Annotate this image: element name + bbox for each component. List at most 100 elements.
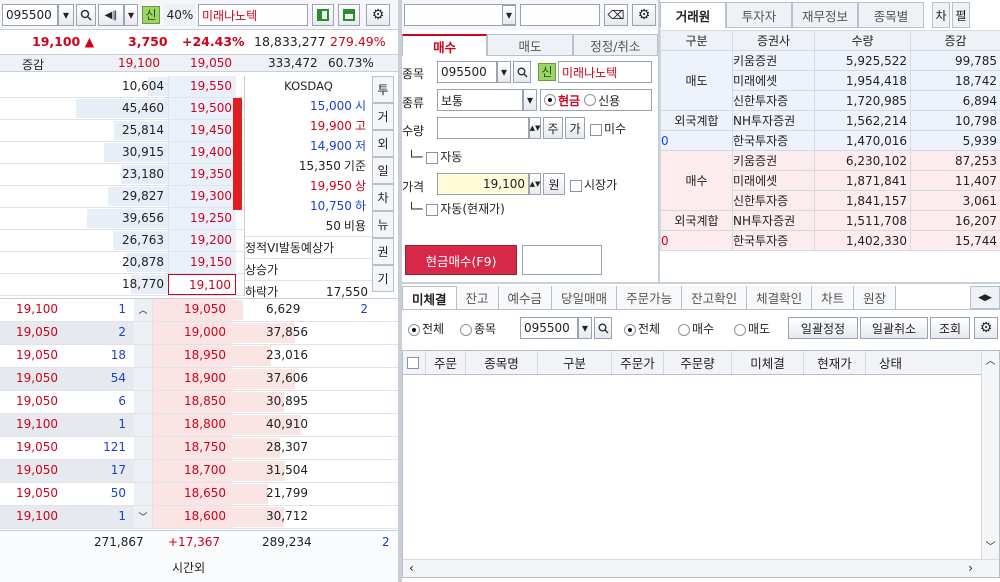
gear-icon[interactable]: ⚙ <box>366 4 390 26</box>
tick-scroll[interactable] <box>134 460 152 482</box>
tick-scroll[interactable] <box>134 483 152 505</box>
bid-row[interactable]: 19,050 17 18,700 31,504 <box>0 460 398 483</box>
bid-row[interactable]: 19,050 54 18,900 37,606 <box>0 368 398 391</box>
ask-row[interactable]: 20,878 19,150 <box>0 252 244 274</box>
won-button[interactable]: 원 <box>543 173 565 195</box>
order-tab[interactable]: 매도 <box>487 34 573 56</box>
sound-icon[interactable]: ◀︎‖ <box>98 4 124 26</box>
qty-stepper[interactable]: ▲▼ <box>529 117 541 139</box>
tick-scroll[interactable] <box>134 391 152 413</box>
misu-checkbox-wrap[interactable]: 미수 <box>590 120 626 137</box>
bid-row[interactable]: 19,050 2 19,000 37,856 <box>0 322 398 345</box>
filter-stock-wrap[interactable]: 종목 <box>460 320 496 337</box>
unfilled-header-cell[interactable]: 미체결 <box>731 351 803 374</box>
bid-price[interactable]: 18,750 <box>152 437 232 459</box>
ask-row[interactable]: 45,460 19,500 <box>0 98 244 120</box>
stock-code-input[interactable]: 095500 <box>2 4 58 26</box>
side-sell-radio[interactable] <box>734 323 746 336</box>
password-input[interactable] <box>520 4 600 26</box>
eraser-icon[interactable]: ⌫ <box>604 4 628 26</box>
unfilled-header-cell[interactable]: 종목명 <box>465 351 537 374</box>
header-checkbox[interactable] <box>407 356 419 369</box>
unfilled-tab[interactable]: 잔고확인 <box>682 286 748 309</box>
ask-price[interactable]: 19,500 <box>168 98 236 119</box>
unfilled-header-cell[interactable]: 주문 <box>425 351 465 374</box>
scroll-down-icon[interactable]: ﹀ <box>982 537 999 559</box>
ask-price[interactable]: 19,550 <box>168 76 236 97</box>
unfilled-tab[interactable]: 체결확인 <box>747 286 813 309</box>
qty-input[interactable] <box>437 117 529 139</box>
bid-price[interactable]: 18,800 <box>152 414 232 436</box>
cash-radio[interactable] <box>544 94 556 106</box>
bulk-cancel-button[interactable]: 일괄취소 <box>860 317 928 339</box>
ask-price[interactable]: 19,150 <box>168 252 236 273</box>
side-sell-wrap[interactable]: 매도 <box>734 320 770 337</box>
unfilled-tab[interactable]: 잔고 <box>456 286 499 309</box>
side-buy-wrap[interactable]: 매수 <box>678 320 714 337</box>
unfilled-gear-icon[interactable]: ⚙ <box>974 317 998 339</box>
horizontal-scrollbar[interactable]: ‹ › <box>403 559 999 577</box>
unfilled-tab[interactable]: 미체결 <box>402 286 457 309</box>
credit-radio[interactable] <box>584 94 597 106</box>
broker-extra-tab[interactable]: 펼 <box>952 2 970 28</box>
broker-extra-tab[interactable]: 차 <box>932 2 950 28</box>
side-tab[interactable]: 거 <box>372 103 394 130</box>
broker-tab[interactable]: 투자자 <box>726 2 792 28</box>
ask-row[interactable]: 23,180 19,350 <box>0 164 244 186</box>
auto-qty-wrap[interactable]: └─ 자동 <box>408 148 462 165</box>
bid-price[interactable]: 18,600 <box>152 506 232 528</box>
ask-price[interactable]: 19,300 <box>168 186 236 207</box>
tick-scroll[interactable] <box>134 414 152 436</box>
filter-stock-radio[interactable] <box>460 323 472 336</box>
search-icon[interactable] <box>76 4 96 26</box>
share-unit-button[interactable]: 주 <box>543 117 563 139</box>
order-search-icon[interactable] <box>513 61 531 83</box>
bid-row[interactable]: 19,050 50 18,650 21,799 <box>0 483 398 506</box>
broker-tab[interactable]: 거래원 <box>660 2 726 28</box>
side-all-radio[interactable] <box>624 323 636 336</box>
side-buy-radio[interactable] <box>678 323 690 336</box>
ga-button[interactable]: 가 <box>565 117 585 139</box>
side-tab[interactable]: 일 <box>372 157 394 184</box>
unfilled-tab[interactable]: 예수금 <box>498 286 553 309</box>
bid-price[interactable]: 19,050 <box>152 299 232 321</box>
bid-price[interactable]: 18,700 <box>152 460 232 482</box>
bid-row[interactable]: 19,050 18 18,950 23,016 <box>0 345 398 368</box>
scroll-right-icon[interactable]: › <box>968 561 973 575</box>
bid-row[interactable]: 19,050 6 18,850 30,895 <box>0 391 398 414</box>
bid-row[interactable]: 19,050 121 18,750 28,307 <box>0 437 398 460</box>
ask-row[interactable]: 30,915 19,400 <box>0 142 244 164</box>
order-tab[interactable]: 정정/취소 <box>572 34 658 56</box>
misu-checkbox[interactable] <box>590 123 602 136</box>
order-code-dropdown-icon[interactable]: ▾ <box>497 61 511 83</box>
tick-scroll[interactable] <box>134 437 152 459</box>
unfilled-header-cell[interactable]: 주문량 <box>663 351 731 374</box>
tab-scroll-arrows[interactable]: ◀▶ <box>970 286 1000 309</box>
side-tab[interactable]: 기 <box>372 265 394 292</box>
cash-buy-button[interactable]: 현금매수(F9) <box>405 245 517 275</box>
tick-scroll[interactable]: ︿ <box>134 299 152 321</box>
unfilled-tab[interactable]: 원장 <box>854 286 897 309</box>
filter-search-icon[interactable] <box>594 317 612 339</box>
bid-price[interactable]: 18,650 <box>152 483 232 505</box>
account-dropdown-icon[interactable]: ▾ <box>502 5 516 25</box>
bid-price[interactable]: 18,850 <box>152 391 232 413</box>
order-gear-icon[interactable]: ⚙ <box>632 4 656 26</box>
select-all-checkbox[interactable] <box>403 351 425 374</box>
unfilled-tab[interactable]: 당일매매 <box>552 286 618 309</box>
order-code-input[interactable]: 095500 <box>437 61 497 83</box>
ask-row[interactable]: 10,604 19,550 <box>0 76 244 98</box>
side-tab[interactable]: 차 <box>372 184 394 211</box>
filter-code-input[interactable]: 095500 <box>520 317 578 339</box>
bid-row[interactable]: 19,100 1 ﹀ 18,600 30,712 <box>0 506 398 529</box>
auto-checkbox[interactable] <box>426 151 439 164</box>
auto-price-checkbox[interactable] <box>426 203 439 216</box>
bid-price[interactable]: 18,950 <box>152 345 232 367</box>
tick-scroll[interactable] <box>134 345 152 367</box>
bid-price[interactable]: 19,000 <box>152 322 232 344</box>
ask-price[interactable]: 19,200 <box>168 230 236 251</box>
order-extra-field[interactable] <box>522 245 602 275</box>
ask-row[interactable]: 18,770 19,100 <box>0 274 244 296</box>
ask-row[interactable]: 26,763 19,200 <box>0 230 244 252</box>
filter-all-wrap[interactable]: 전체 <box>408 320 444 337</box>
